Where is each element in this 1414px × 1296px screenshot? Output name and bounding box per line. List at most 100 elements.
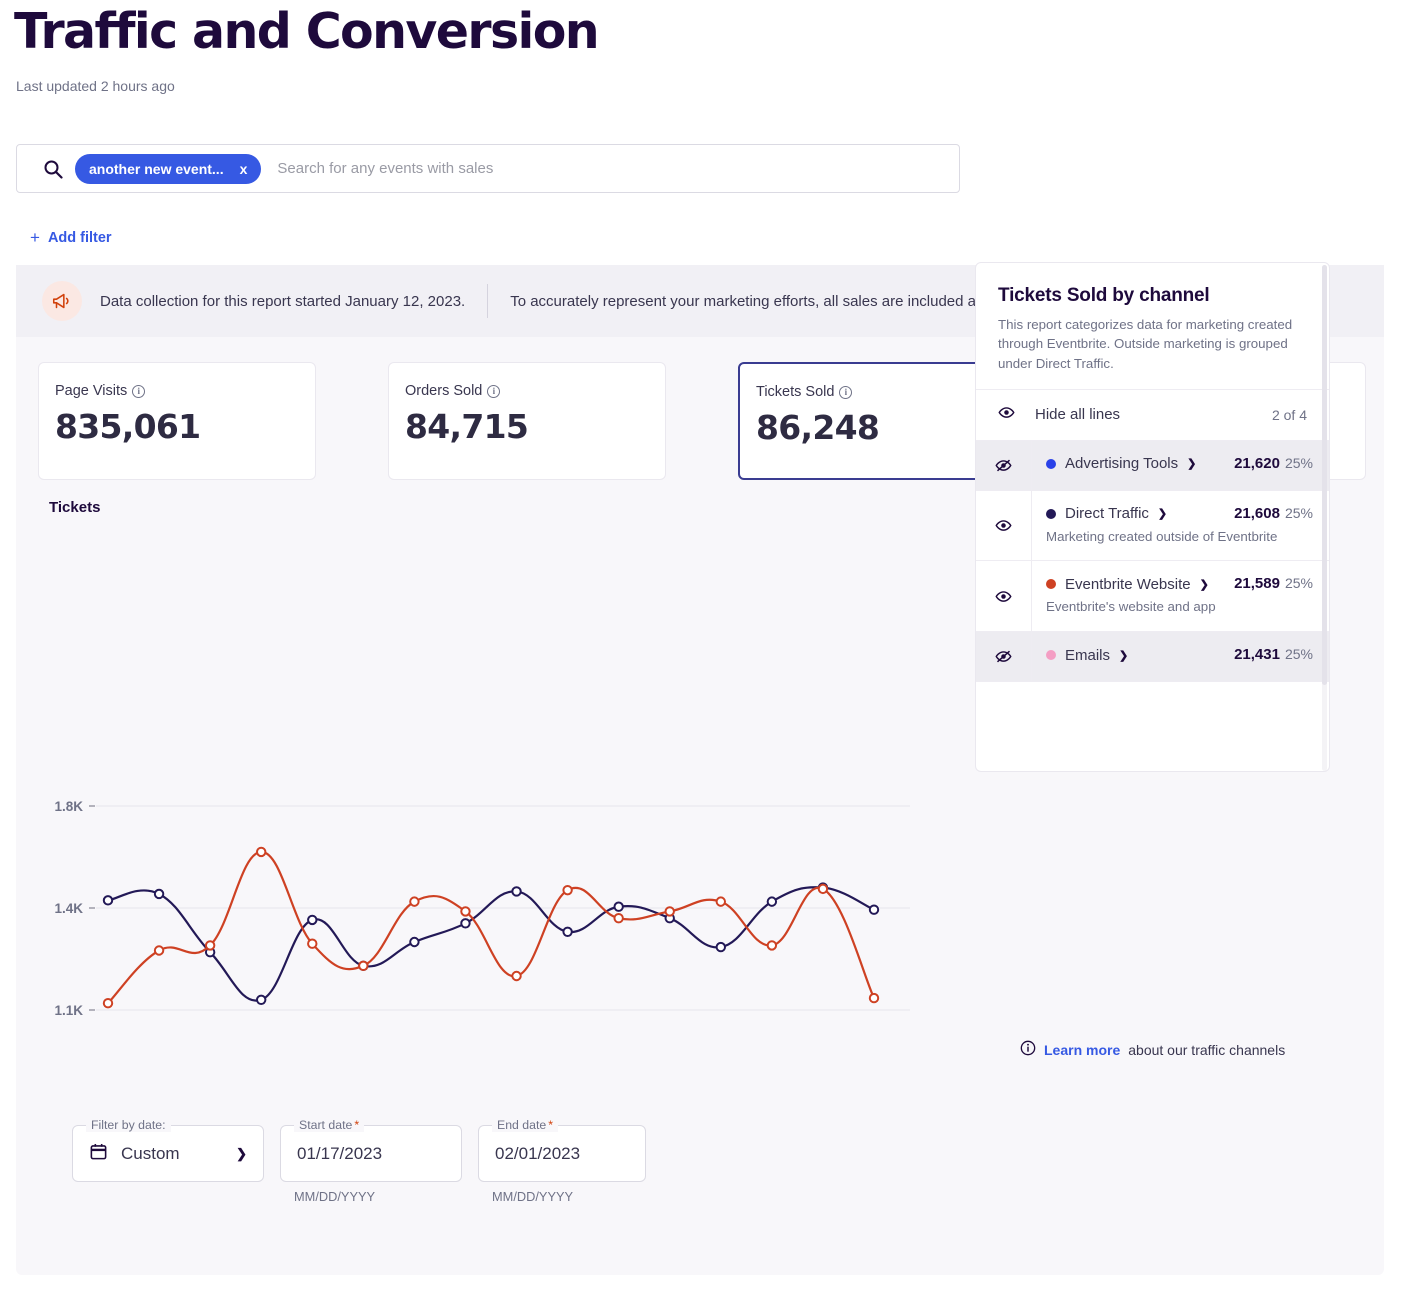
kpi-value: 84,715 <box>405 407 529 446</box>
legend-row-body: Eventbrite Website ❯ 21,589 25% Eventbrit… <box>1032 561 1329 631</box>
kpi-label-text: Tickets Sold <box>756 384 835 400</box>
series-color-dot <box>1046 458 1056 469</box>
series-value: 21,608 <box>1234 504 1280 522</box>
end-date-wrap: End date * 02/01/2023 MM/DD/YYYY <box>478 1118 646 1204</box>
legend-row-main: Advertising Tools ❯ 21,620 25% <box>1046 455 1313 473</box>
series-metrics: 21,620 25% <box>1234 455 1313 473</box>
start-date-legend-text: Start date <box>299 1118 353 1132</box>
info-icon[interactable]: i <box>132 384 146 398</box>
end-date-legend-text: End date <box>497 1118 547 1132</box>
megaphone-icon <box>42 281 82 321</box>
filter-by-date-legend: Filter by date: <box>86 1118 171 1132</box>
legend-row-main: Eventbrite Website ❯ 21,589 25% <box>1046 575 1313 593</box>
series-metrics: 21,608 25% <box>1234 505 1313 523</box>
event-filter-chip[interactable]: another new event... x <box>75 153 262 184</box>
chevron-down-icon[interactable]: ❯ <box>1119 649 1128 662</box>
series-value: 21,589 <box>1234 575 1280 593</box>
search-input[interactable]: Search for any events with sales <box>277 160 947 177</box>
kpi-label: Page Visits i <box>55 383 315 399</box>
eye-off-icon <box>995 459 1012 472</box>
series-color-dot <box>1046 650 1056 661</box>
required-asterisk: * <box>354 1118 360 1132</box>
toggle-visibility-button[interactable] <box>976 561 1032 632</box>
kpi-label-text: Page Visits <box>55 383 128 399</box>
series-name: Direct Traffic <box>1065 505 1149 523</box>
series-metrics: 21,589 25% <box>1234 575 1313 593</box>
series-name: Emails <box>1065 646 1111 664</box>
traffic-conversion-dashboard: Traffic and Conversion Last updated 2 ho… <box>0 0 1414 1296</box>
series-value: 21,431 <box>1234 646 1280 664</box>
info-icon[interactable]: i <box>839 385 853 399</box>
start-date-input[interactable]: Start date * 01/17/2023 <box>280 1118 462 1182</box>
search-bar[interactable]: another new event... x Search for any ev… <box>16 144 960 193</box>
plus-icon: + <box>30 228 40 247</box>
page-title: Traffic and Conversion <box>14 3 600 60</box>
series-name: Eventbrite Website <box>1065 575 1191 593</box>
chevron-down-icon[interactable]: ❯ <box>1158 507 1167 520</box>
end-date-legend: End date * <box>492 1118 559 1132</box>
end-date-hint: MM/DD/YYYY <box>492 1189 574 1204</box>
series-description: Marketing created outside of Eventbrite <box>1046 528 1278 544</box>
filter-by-date-wrap: Filter by date: Custom ❯ <box>72 1118 264 1182</box>
visible-lines-count: 2 of 4 <box>1271 406 1307 423</box>
legend-description: This report categorizes data for marketi… <box>998 317 1293 371</box>
series-color-dot <box>1046 508 1056 519</box>
banner-text-left: Data collection for this report started … <box>100 292 466 310</box>
kpi-label-text: Orders Sold <box>405 383 483 399</box>
toggle-visibility-button[interactable] <box>976 632 1032 682</box>
chevron-down-icon[interactable]: ❯ <box>1187 457 1196 470</box>
start-date-value: 01/17/2023 <box>297 1143 383 1163</box>
series-percent: 25% <box>1284 646 1313 663</box>
learn-more-suffix: about our traffic channels <box>1128 1041 1286 1058</box>
kpi-card-orders-sold[interactable]: Orders Sold i 84,715 <box>388 362 666 480</box>
series-percent: 25% <box>1284 575 1313 592</box>
eye-icon[interactable] <box>998 404 1015 426</box>
add-filter-button[interactable]: + Add filter <box>30 228 112 248</box>
svg-text:1.1K: 1.1K <box>54 1003 83 1018</box>
series-percent: 25% <box>1284 454 1313 471</box>
filter-by-date-value: Custom <box>121 1143 180 1163</box>
series-color-dot <box>1046 579 1056 590</box>
filter-by-date-select[interactable]: Filter by date: Custom ❯ <box>72 1118 264 1182</box>
tickets-by-channel-panel: Tickets Sold by channel This report cate… <box>975 262 1330 772</box>
info-icon <box>1020 1040 1036 1059</box>
close-icon[interactable]: x <box>234 162 254 176</box>
legend-scrollbar-thumb[interactable] <box>1322 265 1327 685</box>
search-icon <box>44 160 63 179</box>
series-name: Advertising Tools <box>1065 455 1179 473</box>
calendar-icon <box>89 1142 108 1166</box>
kpi-card-page-visits[interactable]: Page Visits i 835,061 <box>38 362 316 480</box>
last-updated-text: Last updated 2 hours ago <box>16 78 175 94</box>
info-icon[interactable]: i <box>487 384 501 398</box>
end-date-input[interactable]: End date * 02/01/2023 <box>478 1118 646 1182</box>
legend-row-emails[interactable]: Emails ❯ 21,431 25% <box>976 632 1329 683</box>
legend-row-body: Advertising Tools ❯ 21,620 25% <box>1032 441 1329 490</box>
toggle-visibility-button[interactable] <box>976 490 1032 561</box>
legend-row-eventbrite-website[interactable]: Eventbrite Website ❯ 21,589 25% Eventbrit… <box>976 561 1329 633</box>
svg-text:1.4K: 1.4K <box>54 901 83 916</box>
series-value: 21,620 <box>1234 454 1280 472</box>
date-filter-row: Filter by date: Custom ❯ Start date * 01… <box>72 1118 646 1204</box>
series-metrics: 21,431 25% <box>1234 646 1313 664</box>
legend-row-direct-traffic[interactable]: Direct Traffic ❯ 21,608 25% Marketing cre… <box>976 490 1329 562</box>
hide-all-lines-row[interactable]: Hide all lines 2 of 4 <box>976 390 1329 441</box>
hide-all-lines-label: Hide all lines <box>1035 406 1121 424</box>
learn-more-link[interactable]: Learn more <box>1044 1042 1120 1058</box>
legend-row-body: Direct Traffic ❯ 21,608 25% Marketing cre… <box>1032 491 1329 561</box>
legend-header: Tickets Sold by channel This report cate… <box>976 263 1329 390</box>
svg-text:1.8K: 1.8K <box>54 799 83 814</box>
eye-icon <box>995 520 1012 531</box>
required-asterisk: * <box>548 1118 554 1132</box>
event-filter-chip-label: another new event... <box>89 160 224 177</box>
legend-title: Tickets Sold by channel <box>998 285 1210 306</box>
chevron-down-icon[interactable]: ❯ <box>202 1146 247 1162</box>
chart-title: Tickets <box>49 499 101 516</box>
chart-canvas: 1.8K1.4K1.1K700350019 January21 January2… <box>54 799 910 1222</box>
chevron-down-icon[interactable]: ❯ <box>1200 578 1209 591</box>
start-date-hint: MM/DD/YYYY <box>294 1189 376 1204</box>
legend-row-body: Emails ❯ 21,431 25% <box>1032 632 1329 681</box>
toggle-visibility-button[interactable] <box>976 440 1032 490</box>
series-percent: 25% <box>1284 504 1313 521</box>
learn-more-row: Learn more about our traffic channels <box>1020 1040 1285 1059</box>
legend-row-advertising-tools[interactable]: Advertising Tools ❯ 21,620 25% <box>976 440 1329 491</box>
